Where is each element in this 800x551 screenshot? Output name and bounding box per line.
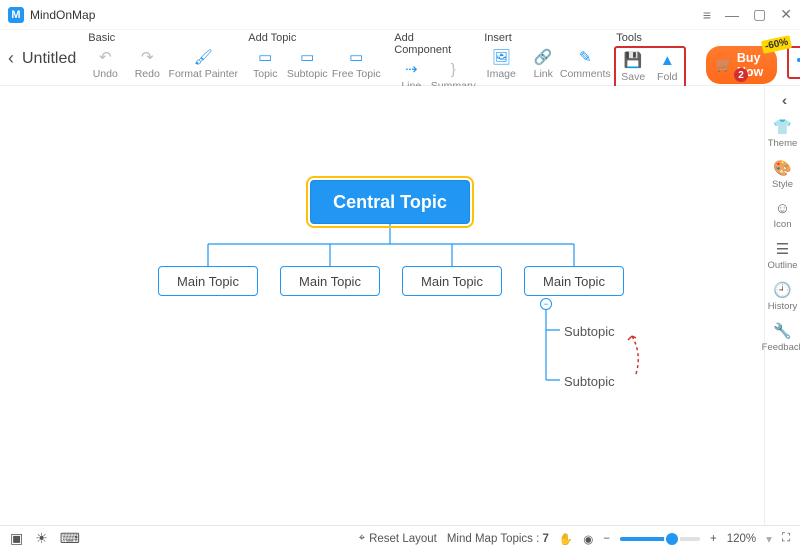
share-export-box (787, 46, 800, 79)
line-icon: ⇢ (402, 60, 420, 78)
theme-icon: 👕 (773, 118, 792, 136)
reset-layout-button[interactable]: ⌖Reset Layout (359, 532, 437, 545)
topics-count-label: Mind Map Topics : 7 (447, 533, 549, 545)
menu-icon[interactable]: ≡ (703, 7, 711, 23)
app-logo-icon: M (8, 7, 24, 23)
reset-icon: ⌖ (359, 532, 365, 545)
redo-icon: ↷ (138, 48, 156, 66)
share-button[interactable] (795, 52, 800, 73)
close-button[interactable]: ✕ (780, 6, 792, 23)
collapse-sidebar-button[interactable]: ‹‹ (782, 92, 783, 108)
presentation-mode-button[interactable]: ▣ (10, 530, 23, 547)
status-bar: ▣ ☀ ⌨ ⌖Reset Layout Mind Map Topics : 7 … (0, 525, 800, 551)
topic-button[interactable]: ▭Topic (246, 46, 284, 82)
back-button[interactable]: ‹ (8, 48, 14, 69)
group-add-topic-label: Add Topic (246, 32, 382, 44)
zoom-slider[interactable] (620, 537, 700, 541)
maximize-button[interactable]: ▢ (753, 6, 766, 23)
theme-tab[interactable]: 👕Theme (768, 118, 798, 149)
toolbar: ‹ Untitled Basic ↶Undo ↷Redo 🖌Format Pai… (0, 30, 800, 86)
free-topic-icon: ▭ (347, 48, 365, 66)
style-tab[interactable]: 🎨Style (772, 159, 793, 190)
link-icon: 🔗 (534, 48, 552, 66)
outline-icon: ☰ (776, 240, 789, 258)
link-button[interactable]: 🔗Link (524, 46, 562, 82)
zoom-level: 120% (727, 533, 756, 545)
group-add-component-label: Add Component (392, 32, 472, 56)
subtopic-node[interactable]: Subtopic (564, 374, 624, 389)
main-topic-node[interactable]: Main Topic (402, 266, 502, 296)
minimize-button[interactable]: — (725, 7, 739, 23)
annotation-arrow-icon (626, 332, 646, 376)
icon-tab[interactable]: ☺Icon (774, 200, 792, 230)
brightness-button[interactable]: ☀ (35, 530, 48, 547)
topic-icon: ▭ (256, 48, 274, 66)
comments-button[interactable]: ✎Comments (566, 46, 604, 82)
subtopic-button[interactable]: ▭Subtopic (288, 46, 326, 82)
style-icon: 🎨 (773, 159, 792, 177)
fold-button[interactable]: ▲Fold (652, 49, 682, 85)
feedback-icon: 🔧 (773, 322, 792, 340)
callout-2: 2 (734, 68, 748, 82)
format-painter-icon: 🖌 (194, 48, 212, 66)
fullscreen-button[interactable]: ⛶ (782, 532, 790, 545)
group-insert-label: Insert (482, 32, 604, 44)
right-sidebar: ‹‹ 👕Theme 🎨Style ☺Icon ☰Outline 🕘History… (764, 86, 800, 525)
subtopic-icon: ▭ (298, 48, 316, 66)
main-topic-node[interactable]: Main Topic (158, 266, 258, 296)
image-button[interactable]: 🖼Image (482, 46, 520, 82)
summary-icon: } (444, 60, 462, 78)
group-tools-label: Tools (614, 32, 686, 44)
main-topic-node[interactable]: Main Topic (524, 266, 624, 296)
save-icon: 💾 (624, 51, 642, 69)
image-icon: 🖼 (492, 48, 510, 66)
zoom-in-button[interactable]: + (710, 533, 717, 545)
group-basic-label: Basic (86, 32, 236, 44)
save-button[interactable]: 💾Save (618, 49, 648, 85)
keyboard-button[interactable]: ⌨ (60, 530, 80, 547)
zoom-out-button[interactable]: − (603, 533, 610, 545)
free-topic-button[interactable]: ▭Free Topic (330, 46, 382, 82)
mindmap-canvas[interactable]: Central Topic Main Topic Main Topic Main… (0, 86, 764, 525)
outline-tab[interactable]: ☰Outline (767, 240, 797, 271)
format-painter-button[interactable]: 🖌Format Painter (170, 46, 236, 82)
undo-button[interactable]: ↶Undo (86, 46, 124, 82)
undo-icon: ↶ (96, 48, 114, 66)
history-tab[interactable]: 🕘History (768, 281, 798, 312)
title-bar: M MindOnMap ≡ — ▢ ✕ (0, 0, 800, 30)
history-icon: 🕘 (773, 281, 792, 299)
feedback-tab[interactable]: 🔧Feedback (762, 322, 800, 353)
main-topic-node[interactable]: Main Topic (280, 266, 380, 296)
connectors (0, 86, 764, 525)
collapse-toggle[interactable]: − (540, 298, 552, 310)
central-topic-node[interactable]: Central Topic (310, 180, 470, 224)
view-button[interactable]: ◉ (583, 532, 593, 546)
cart-icon: 🛒 (716, 58, 732, 73)
document-title[interactable]: Untitled (22, 50, 76, 68)
fold-icon: ▲ (658, 51, 676, 69)
tools-highlight-box: 💾Save ▲Fold (614, 46, 686, 89)
app-name: MindOnMap (30, 8, 95, 22)
subtopic-node[interactable]: Subtopic (564, 324, 624, 339)
icon-icon: ☺ (775, 200, 790, 217)
redo-button[interactable]: ↷Redo (128, 46, 166, 82)
pan-tool-button[interactable]: ✋ (559, 532, 573, 546)
comments-icon: ✎ (576, 48, 594, 66)
